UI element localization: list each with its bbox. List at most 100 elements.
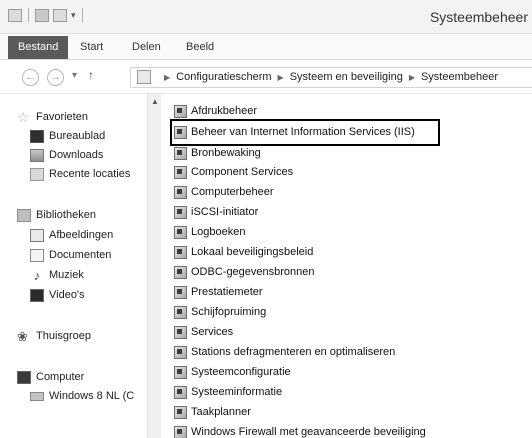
nav-item-downloads[interactable]: Downloads xyxy=(30,146,103,164)
nav-item-bureaublad[interactable]: Bureaublad xyxy=(30,127,105,145)
nav-item-label: Bureaublad xyxy=(49,130,106,142)
navigation-scrollbar[interactable]: ▲ xyxy=(147,94,161,438)
list-item-label: iSCSI-initiator xyxy=(191,206,259,218)
tab-delen[interactable]: Delen xyxy=(132,34,161,60)
nav-libraries-label: Bibliotheken xyxy=(36,209,96,221)
videos-icon xyxy=(30,288,44,302)
disk-cleanup-icon xyxy=(174,305,187,319)
system-information-icon xyxy=(174,385,187,399)
nav-computer-label: Computer xyxy=(36,371,85,383)
nav-libraries[interactable]: Bibliotheken xyxy=(17,206,96,224)
firewall-icon xyxy=(174,425,187,438)
list-item-label: Systeeminformatie xyxy=(191,386,283,398)
nav-item-documents[interactable]: Documenten xyxy=(30,246,111,264)
star-icon: ☆ xyxy=(17,108,30,125)
resource-monitor-icon xyxy=(174,146,187,160)
highlight-box xyxy=(170,119,440,146)
list-item-label: Prestatiemeter xyxy=(191,286,263,298)
list-item[interactable]: Taakplanner xyxy=(174,403,251,421)
list-item[interactable]: Stations defragmenteren en optimaliseren xyxy=(174,343,395,361)
services-icon xyxy=(174,325,187,339)
list-item-label: Bronbewaking xyxy=(191,147,261,159)
list-item[interactable]: ODBC-gegevensbronnen xyxy=(174,263,315,281)
breadcrumb-separator-icon[interactable]: ▶ xyxy=(164,73,170,82)
list-item[interactable]: Lokaal beveiligingsbeleid xyxy=(174,243,313,261)
list-item[interactable]: Windows Firewall met geavanceerde beveil… xyxy=(174,423,426,438)
list-item[interactable]: Bronbewaking xyxy=(174,144,261,162)
downloads-icon xyxy=(30,148,44,162)
breadcrumb-control-panel[interactable]: Configuratiescherm xyxy=(176,71,271,83)
list-item[interactable]: Schijfopruiming xyxy=(174,303,266,321)
list-item[interactable]: Afdrukbeheer xyxy=(174,102,257,120)
list-item-label: Services xyxy=(191,326,234,338)
local-security-policy-icon xyxy=(174,245,187,259)
properties-icon[interactable] xyxy=(35,8,49,22)
nav-favorites-label: Favorieten xyxy=(36,111,88,123)
list-item[interactable]: Logboeken xyxy=(174,223,245,241)
list-item[interactable]: Component Services xyxy=(174,163,293,181)
list-item-label: Schijfopruiming xyxy=(191,306,267,318)
new-folder-icon[interactable] xyxy=(53,8,67,22)
list-item[interactable]: Computerbeheer xyxy=(174,183,274,201)
breadcrumb: ▶ Configuratiescherm ▶ Systeem en beveil… xyxy=(158,71,498,83)
event-viewer-icon xyxy=(174,225,187,239)
nav-item-pictures[interactable]: Afbeeldingen xyxy=(30,226,113,244)
computer-icon xyxy=(17,370,31,384)
app-icon[interactable] xyxy=(8,8,22,22)
forward-button[interactable]: → xyxy=(47,69,64,86)
window-title: Systeembeheer xyxy=(429,9,528,25)
nav-homegroup-label: Thuisgroep xyxy=(36,330,92,342)
desktop-icon xyxy=(30,129,44,143)
quick-access-toolbar: ▾ xyxy=(8,8,85,22)
tab-start[interactable]: Start xyxy=(80,34,103,60)
up-button[interactable]: ↑ xyxy=(88,68,94,82)
nav-item-label: Afbeeldingen xyxy=(49,229,114,241)
tab-bestand[interactable]: Bestand xyxy=(8,36,69,59)
defragment-icon xyxy=(174,345,187,359)
performance-monitor-icon xyxy=(174,285,187,299)
list-item[interactable]: iSCSI-initiator xyxy=(174,203,258,221)
odbc-icon xyxy=(174,265,187,279)
breadcrumb-separator-icon[interactable]: ▶ xyxy=(409,73,415,82)
list-item-label: Afdrukbeheer xyxy=(191,105,258,117)
customize-toolbar-icon[interactable]: ▾ xyxy=(71,10,76,21)
drive-icon xyxy=(30,391,44,401)
nav-computer[interactable]: Computer xyxy=(17,368,84,386)
nav-item-label: Windows 8 NL (C xyxy=(49,390,135,402)
ribbon: Bestand Start Delen Beeld xyxy=(0,34,532,60)
nav-item-music[interactable]: ♪ Muziek xyxy=(30,266,84,284)
nav-item-recent[interactable]: Recente locaties xyxy=(30,165,130,183)
recent-locations-button[interactable]: ▾ xyxy=(72,70,77,81)
component-services-icon xyxy=(174,165,187,179)
list-item-label: Component Services xyxy=(191,166,294,178)
nav-favorites[interactable]: ☆ Favorieten xyxy=(17,108,88,126)
nav-item-videos[interactable]: Video's xyxy=(30,286,85,304)
nav-item-drive-c[interactable]: Windows 8 NL (C xyxy=(30,387,134,405)
control-panel-icon xyxy=(137,70,151,84)
breadcrumb-admin-tools[interactable]: Systeembeheer xyxy=(421,71,498,83)
address-bar: ← → ▾ ↑ ▶ Configuratiescherm ▶ Systeem e… xyxy=(0,61,532,94)
nav-homegroup[interactable]: ❀ Thuisgroep xyxy=(17,327,91,345)
libraries-icon xyxy=(17,208,31,222)
breadcrumb-system-security[interactable]: Systeem en beveiliging xyxy=(290,71,403,83)
list-item[interactable]: Services xyxy=(174,323,233,341)
iscsi-initiator-icon xyxy=(174,205,187,219)
back-button[interactable]: ← xyxy=(22,69,39,86)
list-item-label: Windows Firewall met geavanceerde beveil… xyxy=(191,426,426,438)
list-item[interactable]: Systeeminformatie xyxy=(174,383,282,401)
breadcrumb-separator-icon[interactable]: ▶ xyxy=(278,73,284,82)
scroll-up-icon[interactable]: ▲ xyxy=(151,97,159,106)
list-item-label: Systeemconfiguratie xyxy=(191,366,291,378)
nav-item-label: Video's xyxy=(49,289,85,301)
nav-item-label: Recente locaties xyxy=(49,168,131,180)
file-list: Afdrukbeheer Beheer van Internet Informa… xyxy=(162,94,532,438)
list-item[interactable]: Prestatiemeter xyxy=(174,283,263,301)
title-bar: ▾ Systeembeheer xyxy=(0,0,532,34)
task-scheduler-icon xyxy=(174,405,187,419)
list-item[interactable]: Systeemconfiguratie xyxy=(174,363,291,381)
list-item-label: Taakplanner xyxy=(191,406,251,418)
nav-item-label: Muziek xyxy=(49,269,84,281)
tab-beeld[interactable]: Beeld xyxy=(186,34,214,60)
recent-places-icon xyxy=(30,167,44,181)
music-icon: ♪ xyxy=(33,267,41,283)
